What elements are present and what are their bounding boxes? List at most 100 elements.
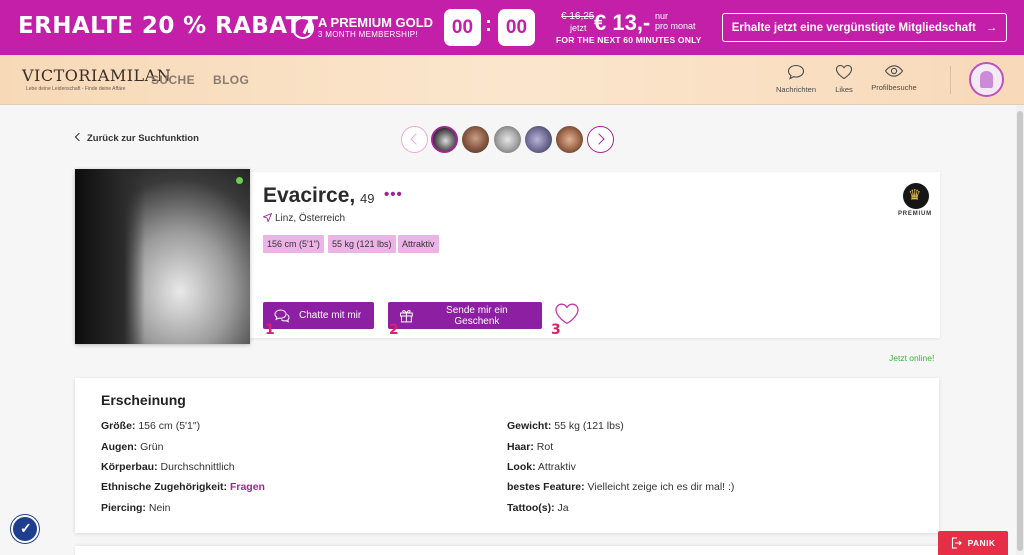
tag-look: Attraktiv xyxy=(398,235,439,253)
attr-label: Körperbau: xyxy=(101,461,158,473)
attr-value: 156 cm (5'1") xyxy=(138,420,201,432)
send-gift-button[interactable]: Sende mir ein Geschenk xyxy=(388,302,542,329)
chat-with-me-button[interactable]: Chatte mit mir xyxy=(263,302,374,329)
attr-label: Ethnische Zugehörigkeit: xyxy=(101,481,228,493)
timer-separator: : xyxy=(485,13,492,36)
attr-best-feature: bestes Feature: Vielleicht zeige ich es … xyxy=(507,481,734,493)
profile-location: Linz, Österreich xyxy=(262,212,346,224)
panic-label: PANIK xyxy=(967,538,996,548)
promo-gold-title: A PREMIUM GOLD xyxy=(318,15,434,30)
profile-thumbnail-3[interactable] xyxy=(494,126,521,153)
arrow-right-icon: → xyxy=(985,21,998,34)
attr-hair: Haar: Rot xyxy=(507,441,553,453)
timer-seconds: 00 xyxy=(498,9,535,46)
scrollbar-thumb[interactable] xyxy=(1017,111,1023,551)
photo-shading xyxy=(75,169,145,344)
back-to-search-link[interactable]: Zurück zur Suchfunktion xyxy=(74,132,199,144)
page-scrollbar[interactable] xyxy=(1016,105,1024,555)
attr-eyes: Augen: Grün xyxy=(101,441,163,453)
price-now-label: jetzt xyxy=(570,23,587,33)
promo-banner: ERHALTE 20 % RABATT A PREMIUM GOLD 3 MON… xyxy=(0,0,1024,55)
chat-bubble-icon xyxy=(787,64,805,80)
old-price: € 16,25 xyxy=(561,11,595,22)
attr-height: Größe: 156 cm (5'1") xyxy=(101,420,200,432)
discount-membership-button[interactable]: Erhalte jetzt eine vergünstigte Mitglied… xyxy=(722,13,1007,42)
chat-bubbles-icon xyxy=(274,308,290,323)
heart-icon xyxy=(835,64,853,80)
attr-body: Körperbau: Durchschnittlich xyxy=(101,461,235,473)
profile-thumbnail-2[interactable] xyxy=(462,126,489,153)
annotation-marker-2: 2 xyxy=(389,322,399,338)
attr-label: Gewicht: xyxy=(507,420,552,432)
profile-thumbnail-5[interactable] xyxy=(556,126,583,153)
nav-profile-visits-label: Profilbesuche xyxy=(871,83,917,92)
profile-thumbnail-4[interactable] xyxy=(525,126,552,153)
site-logo[interactable]: VICTORIAMILAN xyxy=(22,66,171,85)
tag-weight: 55 kg (121 lbs) xyxy=(328,235,396,253)
nav-link-search[interactable]: SUCHE xyxy=(151,73,195,87)
attr-label: Tattoo(s): xyxy=(507,502,555,514)
chevron-left-icon xyxy=(74,132,84,142)
online-status-icon xyxy=(236,177,243,184)
tag-height: 156 cm (5'1") xyxy=(263,235,324,253)
new-price: € 13,- xyxy=(594,10,651,35)
attr-piercing: Piercing: Nein xyxy=(101,502,170,514)
attr-value: Attraktiv xyxy=(537,461,576,473)
annotation-marker-1: 1 xyxy=(265,322,275,338)
nav-divider xyxy=(950,66,951,94)
top-navigation: VICTORIAMILAN Lebe deine Leidenschaft - … xyxy=(0,55,1024,105)
timer-minutes: 00 xyxy=(444,9,481,46)
profile-location-text: Linz, Österreich xyxy=(275,213,346,224)
logo-tagline: Lebe deine Leidenschaft - Finde deine Af… xyxy=(26,86,126,92)
eye-icon xyxy=(884,65,904,77)
attr-label: bestes Feature: xyxy=(507,481,585,493)
premium-gold-icon xyxy=(292,17,314,39)
premium-crown-icon xyxy=(903,183,929,209)
back-to-search-label: Zurück zur Suchfunktion xyxy=(87,133,199,144)
gift-button-label: Sende mir ein Geschenk xyxy=(446,304,508,327)
price-only: nur xyxy=(655,11,669,21)
attr-value: Durchschnittlich xyxy=(160,461,235,473)
accessibility-icon[interactable] xyxy=(11,515,39,543)
promo-gold-subtitle: 3 MONTH MEMBERSHIP! xyxy=(318,30,418,39)
ask-ethnicity-link[interactable]: Fragen xyxy=(230,481,265,493)
more-options-icon[interactable]: ••• xyxy=(384,186,403,203)
profile-photo[interactable] xyxy=(75,169,250,344)
attr-value: 55 kg (121 lbs) xyxy=(554,420,624,432)
price-period: nur pro monat xyxy=(655,11,696,31)
carousel-prev-button[interactable] xyxy=(401,126,428,153)
premium-label: PREMIUM xyxy=(898,211,932,217)
profile-thumbnail-1[interactable] xyxy=(431,126,458,153)
avatar-figure-icon xyxy=(980,71,993,88)
gift-icon xyxy=(399,310,413,323)
attr-label: Look: xyxy=(507,461,536,473)
attr-value: Vielleicht zeige ich es dir mal! :) xyxy=(587,481,735,493)
carousel-next-button[interactable] xyxy=(587,126,614,153)
attr-label: Haar: xyxy=(507,441,534,453)
attr-value: Rot xyxy=(536,441,554,453)
profile-age: 49 xyxy=(360,191,375,206)
user-avatar[interactable] xyxy=(969,62,1004,97)
attr-value: Grün xyxy=(140,441,164,453)
annotation-marker-3: 3 xyxy=(551,322,561,338)
discount-button-label: Erhalte jetzt eine vergünstigte Mitglied… xyxy=(731,21,976,34)
attr-label: Augen: xyxy=(101,441,138,453)
promo-time-limit: FOR THE NEXT 60 MINUTES ONLY xyxy=(556,35,702,45)
appearance-title: Erscheinung xyxy=(101,392,186,408)
price-per-month: pro monat xyxy=(655,21,696,31)
attr-look: Look: Attraktiv xyxy=(507,461,576,473)
attr-weight: Gewicht: 55 kg (121 lbs) xyxy=(507,420,624,432)
panic-button[interactable]: PANIK xyxy=(938,531,1008,555)
next-section-card xyxy=(75,546,939,555)
attr-value: Nein xyxy=(148,502,171,514)
online-now-label: Jetzt online! xyxy=(889,353,935,363)
attr-value: Ja xyxy=(557,502,569,514)
promo-headline: ERHALTE 20 % RABATT xyxy=(18,13,319,39)
exit-door-icon xyxy=(951,537,962,549)
chat-button-label: Chatte mit mir xyxy=(299,310,362,321)
profile-name: Evacirce, xyxy=(263,184,356,207)
nav-profile-visits[interactable]: Profilbesuche xyxy=(864,64,924,92)
nav-link-blog[interactable]: BLOG xyxy=(213,73,249,87)
attr-ethnicity: Ethnische Zugehörigkeit: Fragen xyxy=(101,481,265,493)
location-arrow-icon xyxy=(262,212,273,223)
